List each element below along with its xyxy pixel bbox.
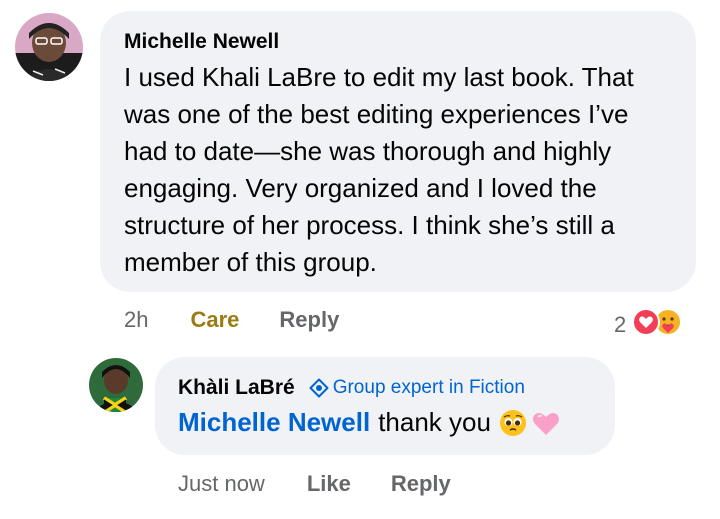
expert-badge-label: Group expert in Fiction <box>332 377 525 398</box>
avatar[interactable] <box>89 358 143 412</box>
comment-text-line: engaging. Very organized and I loved the <box>124 173 597 203</box>
comment-text-line: was one of the best editing experiences … <box>124 99 629 129</box>
care-reaction-button[interactable]: Care <box>190 307 239 333</box>
reply-text: Michelle Newell thank you <box>178 404 561 441</box>
comment-bubble: Michelle Newell I used Khali LaBre to ed… <box>100 11 696 292</box>
reply-timestamp[interactable]: Just now <box>178 471 265 497</box>
expert-badge-icon <box>309 378 333 398</box>
reaction-summary[interactable]: 2 <box>614 308 683 341</box>
avatar[interactable] <box>15 13 83 81</box>
love-icon <box>632 308 661 341</box>
reply-button[interactable]: Reply <box>391 471 451 497</box>
comment-timestamp[interactable]: 2h <box>124 307 148 333</box>
comment-actions: 2h Care Reply <box>124 307 339 333</box>
reply-button[interactable]: Reply <box>279 307 339 333</box>
comment-author[interactable]: Michelle Newell <box>124 30 279 54</box>
comment-text-line: had to date—she was thorough and highly <box>124 136 612 166</box>
reply-message: thank you <box>378 407 491 437</box>
reaction-count: 2 <box>614 311 627 337</box>
reply-actions: Just now Like Reply <box>178 471 451 497</box>
pleading-face-emoji <box>499 409 527 437</box>
comment-text-line: structure of her process. I think she’s … <box>124 210 615 240</box>
comment-text-line: I used Khali LaBre to edit my last book.… <box>124 62 634 92</box>
group-expert-badge[interactable]: Group expert in Fiction <box>309 377 525 399</box>
like-button[interactable]: Like <box>307 471 351 497</box>
reply-author[interactable]: Khàli LaBré <box>178 376 295 400</box>
mention-link[interactable]: Michelle Newell <box>178 404 370 441</box>
comment-text: I used Khali LaBre to edit my last book.… <box>124 59 684 281</box>
pink-heart-emoji <box>531 409 561 437</box>
comment-text-line: member of this group. <box>124 247 377 277</box>
reply-bubble: Khàli LaBré Group expert in Fiction Mich… <box>155 357 615 455</box>
